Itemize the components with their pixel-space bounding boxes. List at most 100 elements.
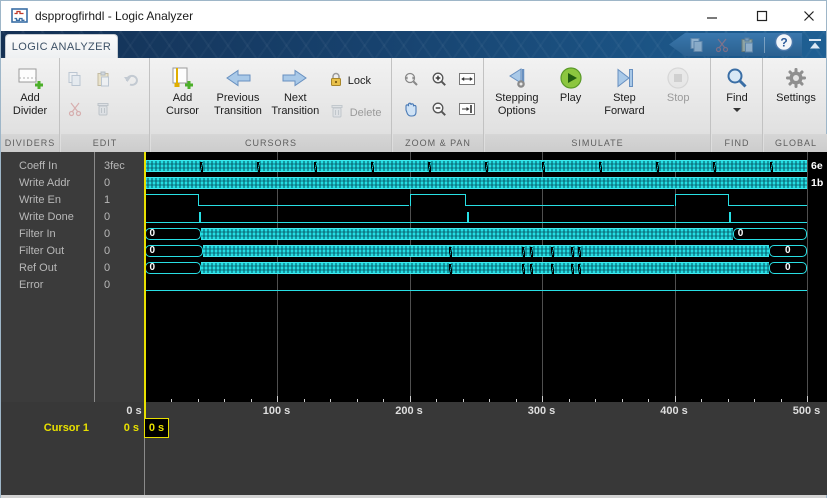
paste-icon[interactable] xyxy=(95,71,111,92)
bus-value-label: 0 xyxy=(149,262,156,273)
pan-icon[interactable] xyxy=(401,100,421,123)
signal-row[interactable]: Ref Out 0 xyxy=(1,260,144,277)
minimize-button[interactable] xyxy=(697,1,727,31)
lock-button[interactable]: Lock xyxy=(329,68,382,94)
axis-tick-label: 400 s xyxy=(660,405,688,417)
signal-row[interactable]: Filter In 0 xyxy=(1,226,144,243)
toolbar: Add Divider DIVIDERS EDIT Add Cursor Pre… xyxy=(1,58,827,152)
cut-icon[interactable] xyxy=(714,37,730,53)
waveform-canvas[interactable]: 6e 1b 0 0 0 0 0 0 xyxy=(144,152,827,402)
delete-icon[interactable] xyxy=(95,101,111,122)
bus-transition-marker xyxy=(521,264,525,274)
bit-low-segment xyxy=(144,221,807,223)
axis-tick-label: 200 s xyxy=(395,405,423,417)
signal-name[interactable]: Coeff In xyxy=(19,158,57,175)
add-divider-button[interactable]: Add Divider xyxy=(8,58,52,118)
bus-value-segment: 0 xyxy=(144,245,203,257)
axis-tick-label: 300 s xyxy=(527,405,556,417)
bus-transition-marker xyxy=(256,162,260,172)
step-forward-button[interactable]: Step Forward xyxy=(602,58,646,118)
lock-icon xyxy=(329,71,343,92)
signal-row[interactable]: Coeff In 3fec xyxy=(1,158,144,175)
zoom-in-icon[interactable] xyxy=(430,70,448,93)
bus-transition-marker xyxy=(577,264,581,274)
bus-transition-marker xyxy=(199,162,203,172)
bus-transition-marker xyxy=(427,162,431,172)
maximize-button[interactable] xyxy=(747,1,777,31)
bus-value-segment: 0 xyxy=(768,245,807,257)
play-button[interactable]: Play xyxy=(549,58,593,105)
signal-name[interactable]: Write Addr xyxy=(19,175,70,192)
time-gridline xyxy=(807,152,808,402)
add-cursor-label-2: Cursor xyxy=(165,105,199,117)
signal-value: 0 xyxy=(104,211,111,223)
previous-transition-button[interactable]: Previous Transition xyxy=(214,58,262,118)
trash-icon xyxy=(329,103,345,124)
bus-transition-marker xyxy=(521,247,525,257)
next-transition-button[interactable]: Next Transition xyxy=(271,58,319,118)
cursor-row-label[interactable]: Cursor 1 xyxy=(1,419,89,438)
copy-icon[interactable] xyxy=(689,37,705,53)
stop-button[interactable]: Stop xyxy=(656,58,700,105)
cut-icon[interactable] xyxy=(67,101,83,122)
signal-value: 3fec xyxy=(104,160,125,172)
signal-name[interactable]: Write Done xyxy=(19,209,74,226)
bus-value-label: 0 xyxy=(149,228,156,239)
signal-name[interactable]: Filter Out xyxy=(19,243,64,260)
bus-transition-marker xyxy=(769,162,773,172)
signal-name[interactable]: Filter In xyxy=(19,226,56,243)
signal-row[interactable]: Error 0 xyxy=(1,277,144,294)
bus-transition-marker xyxy=(551,247,555,257)
fit-to-view-icon[interactable] xyxy=(458,70,476,93)
arrow-left-icon xyxy=(224,64,252,92)
bus-transition-marker xyxy=(484,162,488,172)
delete-cursor-button[interactable]: Delete xyxy=(329,100,382,126)
cursor-flag[interactable]: 0 s xyxy=(144,418,169,438)
bit-pulse xyxy=(467,212,469,223)
close-button[interactable] xyxy=(794,1,824,31)
zoom-to-cursor-icon[interactable] xyxy=(458,100,476,123)
tab-logic-analyzer[interactable]: LOGIC ANALYZER xyxy=(5,34,118,58)
main-area: Coeff In 3fec Write Addr 0 Write En 1 Write Do… xyxy=(1,152,827,495)
collapse-ribbon-icon[interactable] xyxy=(807,37,823,56)
copy-icon[interactable] xyxy=(67,71,83,92)
bus-transition-marker xyxy=(570,247,574,257)
axis-panel: 0 s 100 s 200 s 300 s 400 s 500 s Cursor 1 0 … xyxy=(1,402,827,495)
add-divider-label-1: Add xyxy=(20,92,40,104)
time-gridline xyxy=(674,152,676,402)
help-icon[interactable]: ? xyxy=(774,33,794,56)
signal-name[interactable]: Write En xyxy=(19,192,61,209)
section-label-dividers: DIVIDERS xyxy=(1,134,59,152)
section-label-simulate: SIMULATE xyxy=(485,134,710,152)
signal-row[interactable]: Filter Out 0 xyxy=(1,243,144,260)
stepping-options-button[interactable]: Stepping Options xyxy=(495,58,539,118)
bus-transition-marker xyxy=(529,247,533,257)
time-cursor-line[interactable] xyxy=(144,152,146,402)
axis-tick-label: 0 s xyxy=(126,405,142,417)
zoom-out-icon[interactable] xyxy=(430,100,448,123)
find-button[interactable]: Find xyxy=(715,58,759,116)
section-zoom-pan: ZOOM & PAN xyxy=(393,58,484,152)
add-cursor-button[interactable]: Add Cursor xyxy=(160,58,204,118)
signal-name[interactable]: Ref Out xyxy=(19,260,57,277)
signal-row[interactable]: Write En 1 xyxy=(1,192,144,209)
next-transition-label-1: Next xyxy=(283,92,307,104)
section-simulate: Stepping Options Play Step Forward Stop SI… xyxy=(485,58,711,152)
bus-transition-marker xyxy=(577,247,581,257)
signal-row[interactable]: Write Addr 0 xyxy=(1,175,144,192)
cursor-line-stub xyxy=(144,402,146,418)
bus-transition-marker xyxy=(313,162,317,172)
zoom-in-time-icon[interactable] xyxy=(402,70,420,93)
previous-transition-label-1: Previous xyxy=(216,92,260,104)
signal-name[interactable]: Error xyxy=(19,277,43,294)
signal-names-panel: Coeff In 3fec Write Addr 0 Write En 1 Write Do… xyxy=(1,152,144,402)
signal-row[interactable]: Write Done 0 xyxy=(1,209,144,226)
signal-value: 0 xyxy=(104,245,111,257)
undo-icon[interactable] xyxy=(123,71,139,92)
bus-busy-segment xyxy=(201,228,733,240)
add-divider-label-2: Divider xyxy=(12,105,48,117)
paste-icon[interactable] xyxy=(739,37,755,53)
settings-button[interactable]: Settings xyxy=(774,58,818,105)
stepping-options-label-1: Stepping xyxy=(495,92,539,104)
axis-tick-label: 500 s xyxy=(792,405,821,417)
